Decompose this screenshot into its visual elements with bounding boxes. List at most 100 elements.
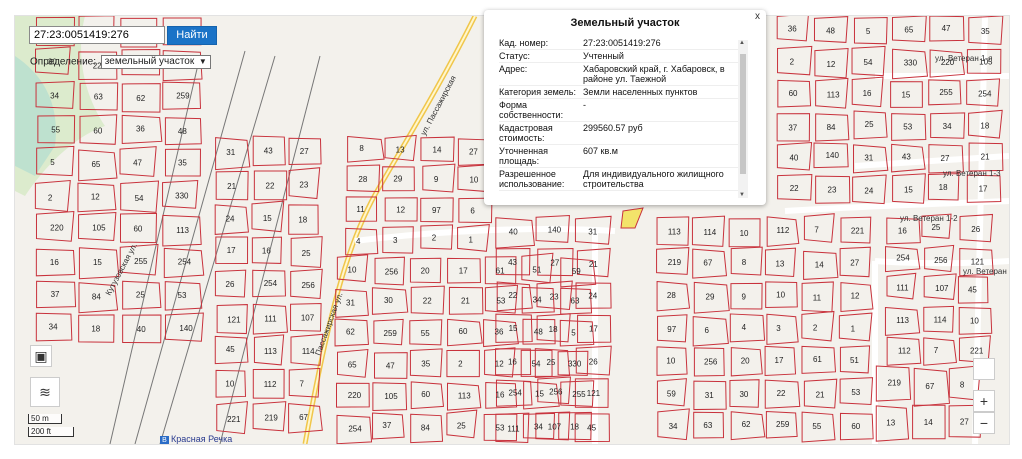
parcel-number: 25 <box>546 358 555 367</box>
popup-row-value: Учтенный <box>583 51 624 61</box>
parcel-number: 31 <box>346 298 355 307</box>
parcel-number: 30 <box>739 390 748 399</box>
parcel-number: 27 <box>469 148 478 157</box>
parcel-outline[interactable] <box>803 213 835 243</box>
parcel-number: 5 <box>866 27 871 36</box>
parcel-outline[interactable] <box>34 179 71 212</box>
scroll-down-icon[interactable]: ▼ <box>739 192 745 198</box>
parcel-number: 22 <box>423 297 432 306</box>
parcel-outline[interactable] <box>766 313 799 345</box>
popup-row-key: Кад. номер: <box>499 38 549 48</box>
parcel-number: 254 <box>509 388 523 397</box>
parcel-number: 6 <box>704 326 709 335</box>
parcel-number: 111 <box>896 284 909 293</box>
zoom-out-button[interactable]: − <box>973 412 995 434</box>
frame-icon[interactable]: ▣ <box>30 345 52 367</box>
parcel-number: 54 <box>532 359 541 368</box>
parcel-outline[interactable] <box>853 16 888 45</box>
definition-select[interactable]: земельный участок ▼ <box>100 55 211 69</box>
parcel-number: 330 <box>568 360 582 369</box>
popup-row-value: - <box>583 100 586 110</box>
parcel-number: 22 <box>508 291 517 300</box>
parcel-number: 23 <box>828 185 837 194</box>
parcel-outline[interactable] <box>729 313 766 343</box>
popup-row: Кадастровая стоимость: 299560.57 руб <box>499 122 739 145</box>
parcel-number: 112 <box>264 380 277 389</box>
parcel-number: 21 <box>461 297 470 306</box>
find-button[interactable]: Найти <box>167 26 217 45</box>
layers-icon[interactable]: ≋ <box>30 377 60 407</box>
zoom-in-button[interactable]: + <box>973 390 995 412</box>
parcel-number: 256 <box>549 387 563 396</box>
cadastral-search-input[interactable]: 27:23:0051419:276 <box>29 26 165 44</box>
parcel-number: 17 <box>775 356 784 365</box>
parcel-number: 23 <box>550 293 559 302</box>
parcel-number: 34 <box>669 422 678 431</box>
parcel-number: 59 <box>572 267 581 276</box>
parcel-outline[interactable] <box>777 45 813 76</box>
parcel-number: 112 <box>898 346 911 355</box>
parcel-outline[interactable] <box>422 163 456 193</box>
blank-control-button[interactable] <box>973 358 995 380</box>
parcel-number: 254 <box>978 89 992 98</box>
scrollbar-thumb[interactable] <box>740 54 746 174</box>
parcel-outline[interactable] <box>801 310 835 342</box>
parcel-number: 61 <box>813 355 822 364</box>
scale-metric: 50 m <box>28 414 62 424</box>
parcel-number: 16 <box>262 247 271 256</box>
parcel-number: 27 <box>850 259 859 268</box>
chevron-down-icon: ▼ <box>198 57 207 66</box>
parcel-number: 35 <box>178 159 187 168</box>
popup-row-value: Хабаровский край, г. Хабаровск, в районе… <box>583 64 725 84</box>
parcel-number: 55 <box>51 125 60 134</box>
popup-scrollbar[interactable]: ▲ ▼ <box>738 40 748 198</box>
parcel-outline[interactable] <box>420 224 454 250</box>
parcel-number: 16 <box>50 258 59 267</box>
parcel-number: 254 <box>264 279 278 288</box>
close-icon[interactable]: x <box>755 11 760 22</box>
parcel-number: 43 <box>508 258 517 267</box>
parcel-number: 221 <box>227 415 241 424</box>
parcel-number: 2 <box>458 360 463 369</box>
parcel-number: 10 <box>776 290 785 299</box>
parcel-number: 219 <box>264 413 278 422</box>
parcel-outline[interactable] <box>730 282 763 310</box>
parcel-number: 36 <box>136 124 145 133</box>
parcel-number: 60 <box>421 390 430 399</box>
parcel-outline[interactable] <box>838 312 873 342</box>
parcel-number: 3 <box>776 324 781 333</box>
parcel-number: 111 <box>507 424 520 433</box>
parcel-number: 48 <box>826 26 835 35</box>
parcel-number: 48 <box>534 328 543 337</box>
parcel-number: 17 <box>459 266 468 275</box>
parcel-outline[interactable] <box>692 316 729 347</box>
parcel-number: 15 <box>901 90 910 99</box>
parcel-number: 221 <box>851 226 865 235</box>
parcel-number: 11 <box>356 205 365 214</box>
popup-row-key: Форма собственности: <box>499 100 564 120</box>
parcel-number: 29 <box>706 293 715 302</box>
parcel-number: 67 <box>925 382 934 391</box>
popup-row: Адрес: Хабаровский край, г. Хабаровск, в … <box>499 63 739 86</box>
parcel-number: 84 <box>827 123 836 132</box>
parcel-number: 31 <box>226 148 235 157</box>
parcel-outline[interactable] <box>446 349 480 378</box>
parcel-number: 48 <box>178 127 187 136</box>
parcel-outline[interactable] <box>347 135 385 163</box>
parcel-number: 63 <box>94 93 103 102</box>
parcel-number: 2 <box>432 234 437 243</box>
parcel-number: 29 <box>393 175 402 184</box>
parcel-number: 113 <box>176 226 189 235</box>
parcel-number: 31 <box>705 391 714 400</box>
scroll-up-icon[interactable]: ▲ <box>739 40 745 46</box>
parcel-number: 140 <box>179 324 193 333</box>
parcel-number: 113 <box>896 316 909 325</box>
parcel-number: 113 <box>458 391 471 400</box>
bus-icon: B <box>160 436 169 444</box>
parcel-number: 113 <box>668 227 681 236</box>
popup-row-value: 607 кв.м <box>583 146 618 156</box>
parcel-number: 36 <box>788 25 797 34</box>
parcel-number: 8 <box>742 258 747 267</box>
parcel-outline[interactable] <box>923 337 958 366</box>
parcel-outline[interactable] <box>730 246 763 276</box>
